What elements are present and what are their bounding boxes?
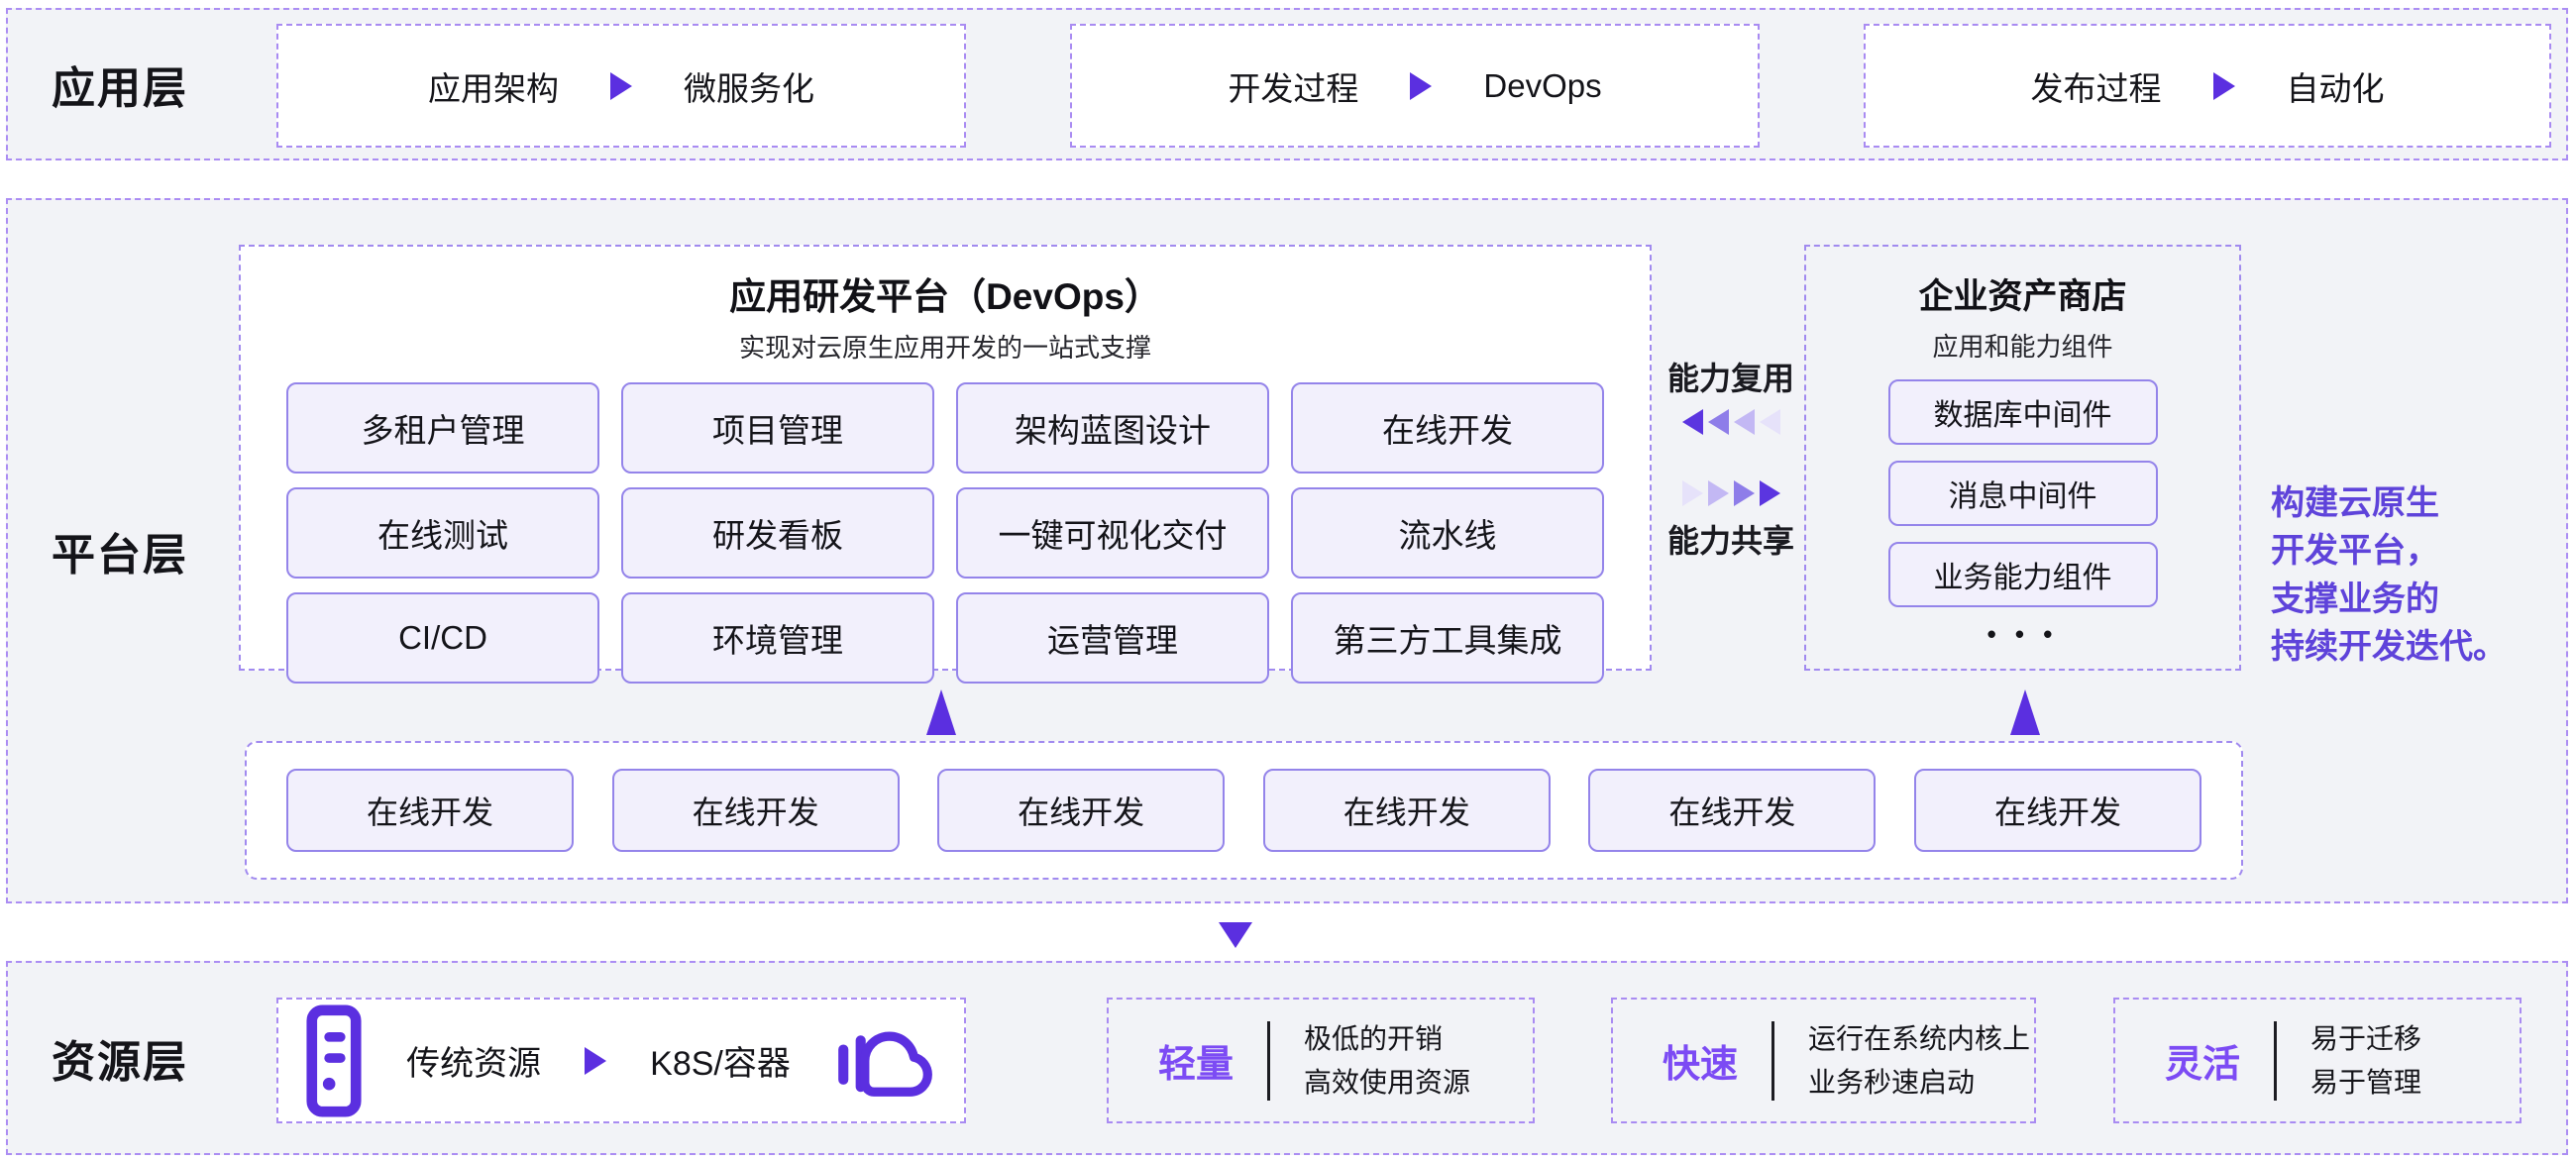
capability-cell: 流水线 [1291,487,1604,579]
arrow-right-icon [585,1047,606,1075]
divider [1771,1021,1774,1101]
app-architecture-box: 应用架构 微服务化 [276,24,966,148]
arrow-up-icon [2010,689,2040,735]
tagline-line: 支撑业务的 [2271,576,2558,623]
capability-cell: CI/CD [286,592,599,684]
capability-cell: 环境管理 [621,592,934,684]
arrow-right-icon [610,72,632,100]
resource-migration-box: 传统资源 K8S/容器 [276,998,966,1123]
feature-description: 运行在系统内核上 业务秒速启动 [1808,1017,2030,1104]
app-architecture-from: 应用架构 [428,62,559,110]
asset-store-panel: 企业资产商店 应用和能力组件 数据库中间件 消息中间件 业务能力组件 • • • [1804,245,2241,671]
devops-panel-title: 应用研发平台（DevOps） [241,266,1650,320]
store-item: 业务能力组件 [1888,542,2158,607]
platform-layer-label: 平台层 [52,519,188,582]
asset-store-subtitle: 应用和能力组件 [1806,327,2239,364]
runtime-box: 在线开发 [1263,769,1551,852]
release-process-box: 发布过程 自动化 [1864,24,2551,148]
migration-to: K8S/容器 [650,1036,791,1085]
resource-layer-band: 资源层 传统资源 K8S/容器 轻量 极低的开销 高效使用资源 [6,961,2568,1155]
feature-name: 轻量 [1158,1033,1234,1088]
feature-description: 易于迁移 易于管理 [2310,1017,2421,1104]
capability-cell: 一键可视化交付 [956,487,1269,579]
runtime-box: 在线开发 [1588,769,1876,852]
store-item: 数据库中间件 [1888,379,2158,445]
capability-cell: 架构蓝图设计 [956,382,1269,474]
store-item: 消息中间件 [1888,461,2158,526]
runtime-box: 在线开发 [286,769,574,852]
tagline-line: 开发平台， [2271,527,2558,575]
arrow-up-icon [926,689,956,735]
capability-cell: 项目管理 [621,382,934,474]
divider [1267,1021,1270,1101]
runtime-box: 在线开发 [1914,769,2201,852]
capability-cell: 在线开发 [1291,382,1604,474]
capability-cell: 研发看板 [621,487,934,579]
migration-from: 传统资源 [406,1036,541,1085]
ellipsis-icon: • • • [1806,619,2239,650]
feature-fast-box: 快速 运行在系统内核上 业务秒速启动 [1611,998,2036,1123]
platform-layer-band: 平台层 应用研发平台（DevOps） 实现对云原生应用开发的一站式支撑 多租户管… [6,198,2568,903]
cloud-native-architecture-diagram: 应用层 应用架构 微服务化 开发过程 DevOps 发布过程 自动化 平台层 应… [0,0,2576,1161]
arrow-right-icon [1410,72,1432,100]
divider [2274,1021,2277,1101]
arrow-right-icon [2213,72,2235,100]
resource-layer-label: 资源层 [52,1026,188,1090]
platform-tagline: 构建云原生 开发平台， 支撑业务的 持续开发迭代。 [2271,479,2558,671]
dev-process-to: DevOps [1483,67,1601,105]
devops-panel-subtitle: 实现对云原生应用开发的一站式支撑 [241,328,1650,365]
runtime-box: 在线开发 [612,769,900,852]
devops-capability-grid: 多租户管理 项目管理 架构蓝图设计 在线开发 在线测试 研发看板 一键可视化交付… [286,382,1604,684]
feature-description: 极低的开销 高效使用资源 [1304,1017,1470,1104]
runtime-box: 在线开发 [937,769,1225,852]
tagline-line: 持续开发迭代。 [2271,623,2558,671]
arrow-down-icon [1219,922,1252,948]
app-architecture-to: 微服务化 [684,62,814,110]
application-layer-label: 应用层 [52,53,188,116]
dev-process-box: 开发过程 DevOps [1070,24,1760,148]
chevron-left-icon [1682,409,1780,435]
tagline-line: 构建云原生 [2271,479,2558,527]
capability-cell: 运营管理 [956,592,1269,684]
feature-name: 快速 [1663,1033,1738,1088]
capability-cell: 在线测试 [286,487,599,579]
capability-reuse-label: 能力复用 [1667,354,1794,399]
feature-flexible-box: 灵活 易于迁移 易于管理 [2113,998,2522,1123]
capability-share-label: 能力共享 [1667,516,1794,562]
cloud-container-icon [834,1015,937,1107]
release-process-from: 发布过程 [2031,62,2162,110]
online-dev-runtime-row: 在线开发 在线开发 在线开发 在线开发 在线开发 在线开发 [245,741,2243,880]
dev-process-from: 开发过程 [1228,62,1358,110]
capability-exchange-column: 能力复用 能力共享 [1652,245,1810,671]
chevron-right-icon [1682,480,1780,506]
feature-lightweight-box: 轻量 极低的开销 高效使用资源 [1107,998,1535,1123]
capability-cell: 第三方工具集成 [1291,592,1604,684]
application-layer-band: 应用层 应用架构 微服务化 开发过程 DevOps 发布过程 自动化 [6,8,2568,160]
release-process-to: 自动化 [2287,62,2385,110]
capability-cell: 多租户管理 [286,382,599,474]
feature-name: 灵活 [2165,1033,2240,1088]
asset-store-title: 企业资产商店 [1806,268,2239,319]
server-icon [305,1003,363,1118]
devops-platform-panel: 应用研发平台（DevOps） 实现对云原生应用开发的一站式支撑 多租户管理 项目… [239,245,1652,671]
